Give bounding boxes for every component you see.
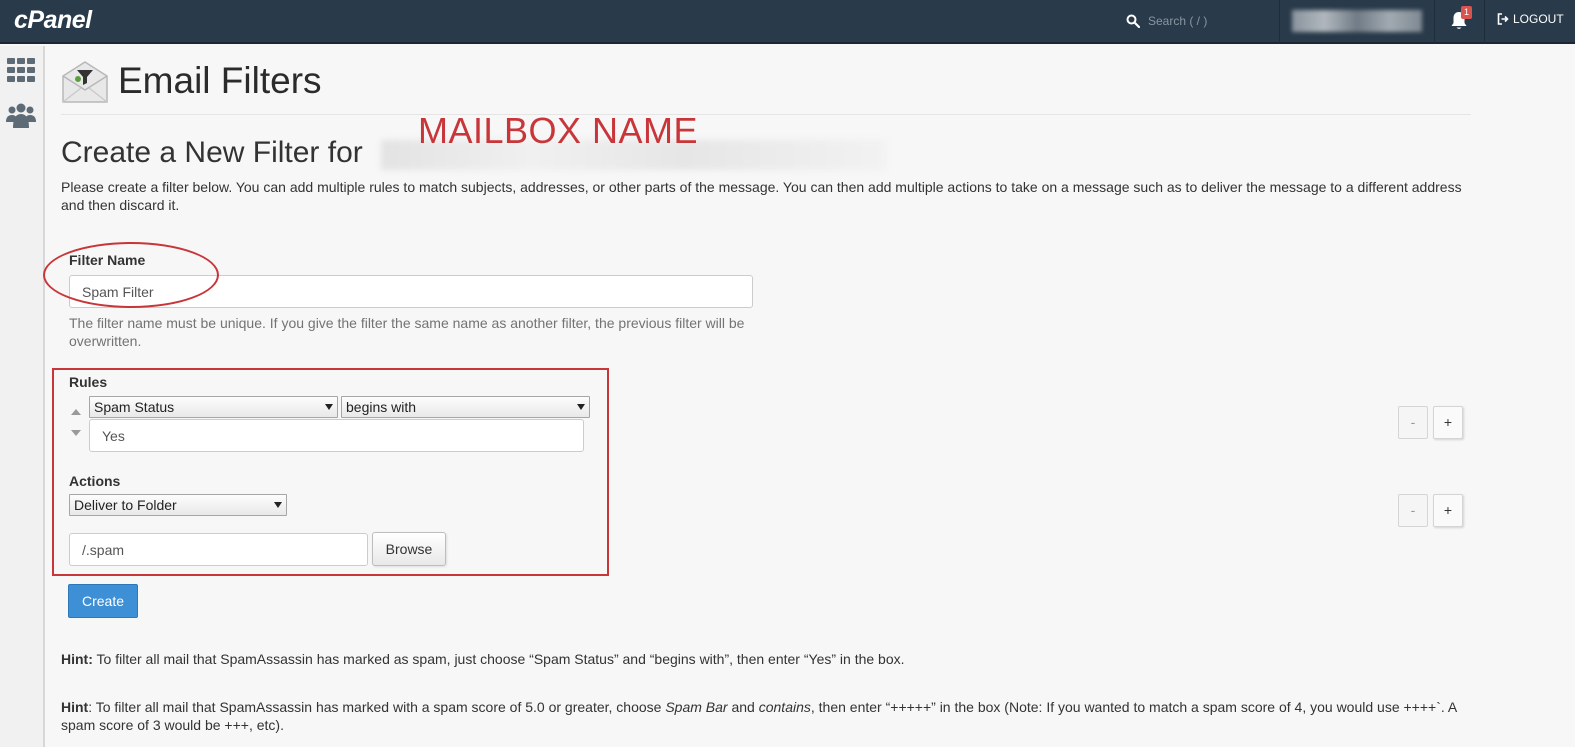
title-divider (61, 114, 1471, 115)
remove-action-button[interactable]: - (1398, 494, 1428, 527)
destination-folder-input[interactable] (69, 533, 368, 566)
filter-name-help: The filter name must be unique. If you g… (69, 315, 745, 349)
rule-value-input[interactable] (89, 419, 584, 452)
top-navbar: cPanel 1 LOGOUT (0, 0, 1575, 44)
page-title: Email Filters (118, 60, 322, 101)
users-icon[interactable] (6, 102, 36, 130)
navbar-divider (1484, 0, 1485, 44)
sidebar (0, 46, 45, 747)
section-heading: Create a New Filter for (61, 136, 363, 169)
cpanel-logo[interactable]: cPanel (14, 6, 92, 35)
search-icon (1126, 14, 1140, 28)
create-button[interactable]: Create (68, 584, 138, 618)
chevron-down-icon (577, 404, 585, 410)
navbar-divider (1434, 0, 1435, 44)
chevron-down-icon (274, 502, 282, 508)
chevron-down-icon (325, 404, 333, 410)
navbar-divider (1279, 0, 1280, 44)
add-rule-button[interactable]: + (1433, 406, 1463, 439)
hint-emphasis: contains (758, 699, 811, 715)
hint-label: Hint: (61, 651, 93, 667)
rules-label: Rules (69, 374, 108, 390)
hint-emphasis: Spam Bar (665, 699, 728, 715)
hint-text: : To filter all mail that SpamAssassin h… (88, 699, 666, 715)
hint-text: To filter all mail that SpamAssassin has… (92, 651, 905, 667)
hint-label: Hint (61, 699, 89, 715)
hint-spam-bar: Hint: To filter all mail that SpamAssass… (61, 698, 1471, 734)
hint-text: and (727, 699, 759, 715)
logout-label: LOGOUT (1513, 12, 1564, 26)
move-rule-up-icon[interactable] (71, 409, 81, 415)
remove-rule-button[interactable]: - (1398, 406, 1428, 439)
intro-text: Please create a filter below. You can ad… (61, 179, 1462, 213)
hint-spam-status: Hint: To filter all mail that SpamAssass… (61, 650, 1471, 668)
search-input[interactable] (1148, 10, 1268, 32)
grid-icon[interactable] (6, 56, 36, 84)
action-type-value: Deliver to Folder (74, 497, 177, 513)
browse-button[interactable]: Browse (372, 532, 446, 566)
email-filter-icon (62, 61, 108, 103)
action-type-select[interactable]: Deliver to Folder (69, 494, 287, 516)
logout-link[interactable]: LOGOUT (1497, 12, 1564, 26)
user-account-menu[interactable] (1292, 10, 1422, 32)
logout-icon (1497, 13, 1509, 25)
filter-name-label: Filter Name (69, 252, 146, 268)
rule-field-value: Spam Status (94, 399, 175, 415)
rule-operator-select[interactable]: begins with (341, 396, 590, 418)
mailbox-name-annotation: MAILBOX NAME (418, 110, 699, 151)
rule-field-select[interactable]: Spam Status (89, 396, 338, 418)
move-rule-down-icon[interactable] (71, 430, 81, 436)
rule-operator-value: begins with (346, 399, 417, 415)
notification-badge: 1 (1461, 6, 1472, 19)
add-action-button[interactable]: + (1433, 494, 1463, 527)
filter-name-input[interactable] (69, 275, 753, 308)
actions-label: Actions (69, 473, 121, 489)
